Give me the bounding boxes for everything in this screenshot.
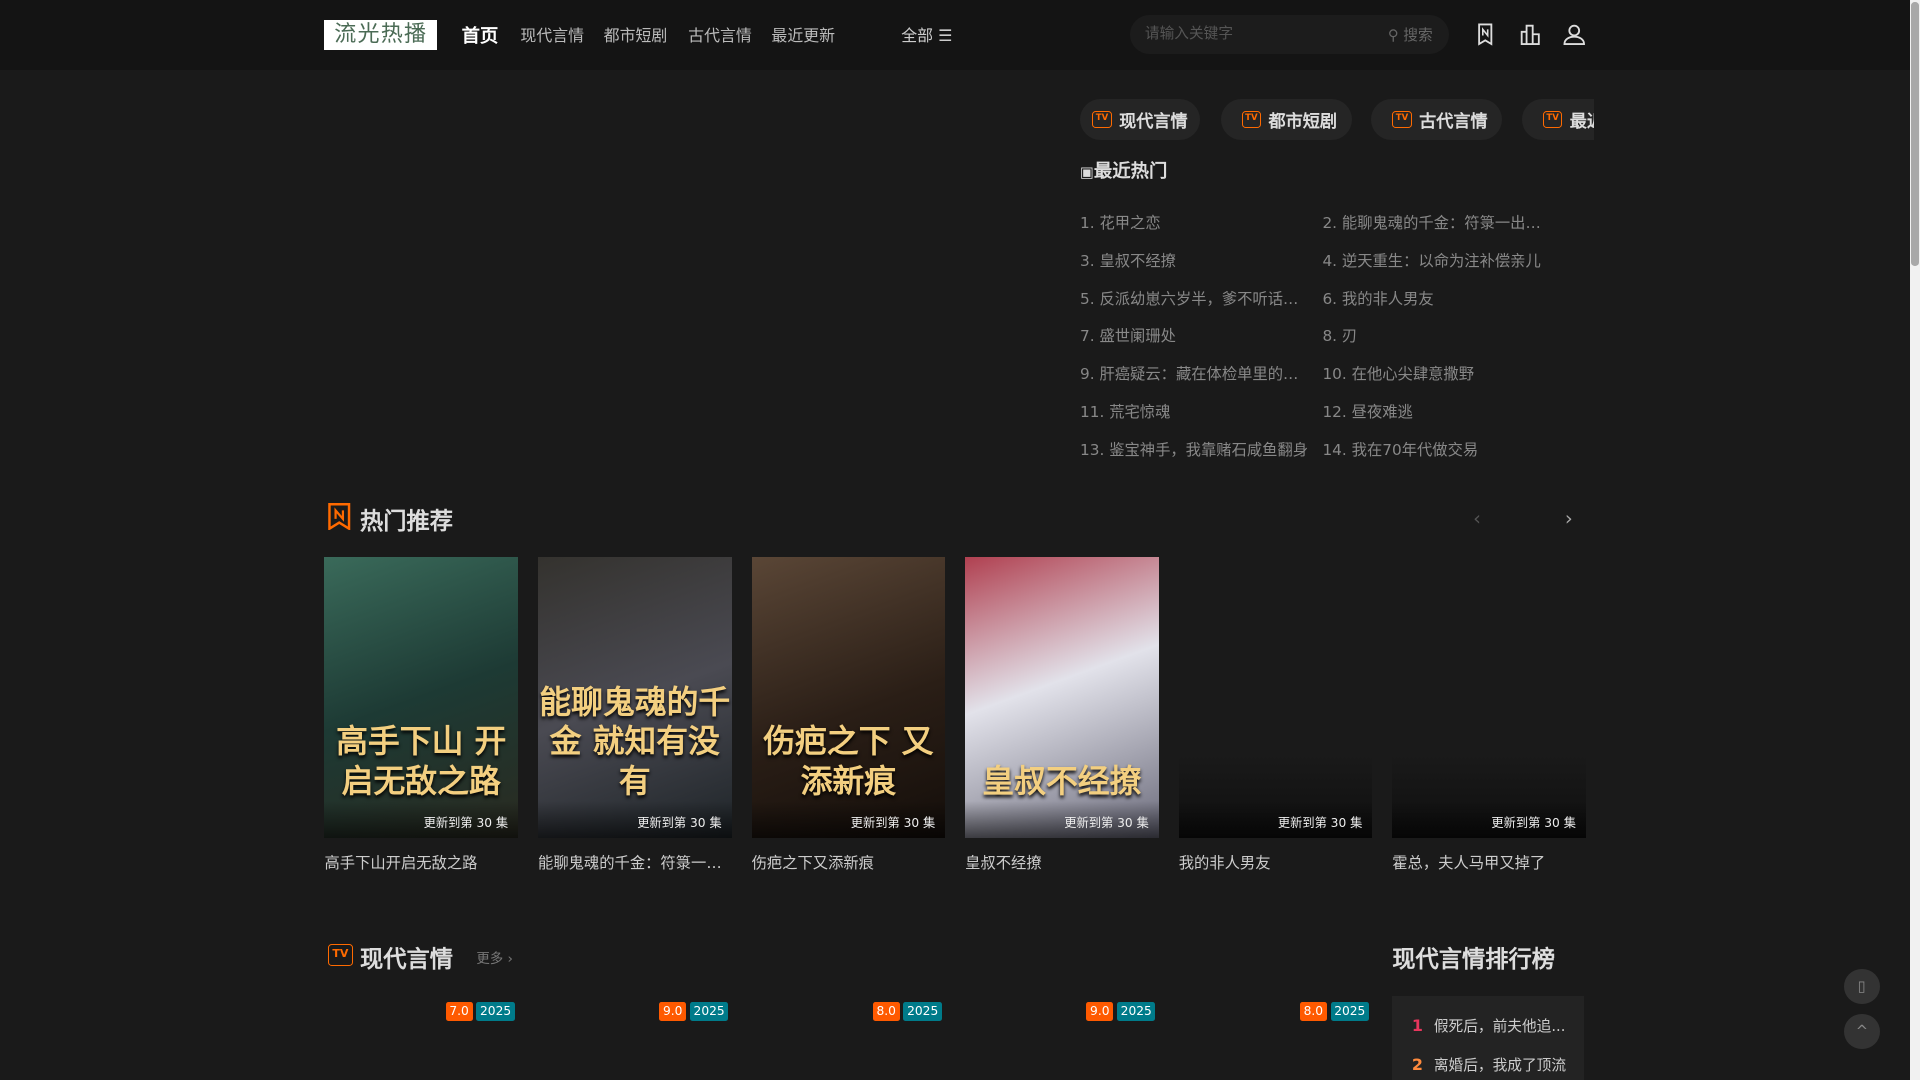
- score-badge: 8.0: [872, 1001, 900, 1022]
- score-badge: 7.0: [445, 1001, 473, 1022]
- recent-hot-item[interactable]: 14. 我在70年代做交易: [1322, 438, 1555, 460]
- next-arrow-icon[interactable]: ›: [1565, 507, 1573, 530]
- year-badge: 2025: [1116, 1001, 1156, 1022]
- poster-card[interactable]: 高手下山 开启无敌之路更新到第 30 集: [324, 557, 518, 838]
- tv-icon: TV: [1392, 110, 1412, 128]
- recent-hot-item[interactable]: 9. 肝癌疑云：藏在体检单里的秘密: [1080, 362, 1313, 384]
- recent-hot-item[interactable]: 8. 刃: [1322, 324, 1555, 346]
- tv-icon: TV: [328, 944, 353, 968]
- ranking-title: 现代言情排行榜: [1392, 946, 1556, 974]
- year-badge: 2025: [476, 1001, 515, 1022]
- rank-title: 离婚后，我成了顶流: [1433, 1057, 1567, 1075]
- poster-art-text: 皇叔不经撩: [982, 761, 1142, 800]
- score-badge: 9.0: [1086, 1001, 1114, 1022]
- recent-hot-item[interactable]: 13. 鉴宝神手，我靠赌石咸鱼翻身: [1080, 438, 1313, 460]
- bookmark-tag-icon: [327, 503, 351, 532]
- modern-section-title: 现代言情: [360, 946, 454, 974]
- recent-hot-item[interactable]: 11. 荒宅惊魂: [1080, 400, 1313, 422]
- mobile-icon[interactable]: ▯: [1844, 968, 1880, 1005]
- tv-icon: TV: [1542, 110, 1563, 128]
- card-title[interactable]: 伤疤之下又添新痕: [752, 851, 945, 873]
- recent-hot-item[interactable]: 12. 昼夜难逃: [1322, 400, 1555, 422]
- episode-update: 更新到第 30 集: [637, 816, 722, 831]
- recent-hot-item[interactable]: 2. 能聊鬼魂的千金：符箓一出手就知有没有: [1322, 211, 1555, 233]
- hot-recommend-title: 热门推荐: [360, 508, 454, 536]
- search-box: ⚲ 搜索: [1130, 14, 1449, 54]
- back-to-top-button[interactable]: ^: [1844, 1013, 1880, 1050]
- search-input[interactable]: [1144, 14, 1378, 54]
- ranking-icon[interactable]: [1518, 22, 1542, 46]
- nav-recent-updates[interactable]: 最近更新: [771, 23, 835, 46]
- bookmark-icon[interactable]: [1473, 22, 1497, 46]
- score-badge: 8.0: [1299, 1001, 1327, 1022]
- episode-update: 更新到第 30 集: [1491, 816, 1576, 831]
- poster-card[interactable]: 更新到第 30 集: [1178, 557, 1373, 838]
- card-title[interactable]: 霍总，夫人马甲又掉了: [1392, 851, 1585, 873]
- poster-card[interactable]: 皇叔不经撩更新到第 30 集: [965, 557, 1159, 838]
- episode-update: 更新到第 30 集: [1277, 816, 1363, 831]
- recent-hot-item[interactable]: 6. 我的非人男友: [1322, 287, 1555, 309]
- episode-update: 更新到第 30 集: [850, 816, 936, 831]
- pill-modern-romance[interactable]: TV 现代言情: [1080, 99, 1200, 140]
- search-icon: ⚲: [1387, 27, 1404, 45]
- pill-label: 都市短剧: [1268, 111, 1338, 132]
- episode-update: 更新到第 30 集: [423, 816, 509, 831]
- nav-modern-romance[interactable]: 现代言情: [520, 23, 584, 46]
- scrollbar-thumb[interactable]: [1911, 2, 1919, 266]
- user-icon[interactable]: [1562, 22, 1586, 46]
- site-logo[interactable]: 流光热播: [324, 19, 438, 51]
- category-pills: TV 现代言情 TV 都市短剧 TV 古代言情 TV 最近更新: [1080, 99, 1595, 141]
- ranking-list: 1 假死后，前夫他追... 2 离婚后，我成了顶流: [1392, 995, 1585, 1080]
- rank-number: 1: [1411, 1016, 1423, 1036]
- tv-icon: TV: [1092, 110, 1112, 128]
- rank-number: 2: [1411, 1055, 1423, 1075]
- search-label: 搜索: [1403, 27, 1433, 45]
- pill-label: 现代言情: [1119, 111, 1188, 132]
- nav-ancient-romance[interactable]: 古代言情: [688, 23, 752, 46]
- prev-arrow-icon[interactable]: ‹: [1473, 507, 1481, 530]
- scrollbar[interactable]: [1910, 0, 1920, 1080]
- poster-card[interactable]: 能聊鬼魂的千金 就知有没有更新到第 30 集: [538, 557, 732, 838]
- pill-ancient-romance[interactable]: TV 古代言情: [1371, 99, 1503, 140]
- ranking-item[interactable]: 2 离婚后，我成了顶流: [1412, 1054, 1566, 1075]
- year-badge: 2025: [903, 1001, 942, 1022]
- score-badge: 9.0: [659, 1001, 687, 1022]
- year-badge: 2025: [1330, 1001, 1370, 1022]
- year-badge: 2025: [689, 1001, 729, 1022]
- more-link[interactable]: 更多 ›: [476, 947, 513, 967]
- card-title[interactable]: 高手下山开启无敌之路: [324, 851, 517, 873]
- episode-update: 更新到第 30 集: [1064, 816, 1149, 831]
- card-title[interactable]: 皇叔不经撩: [965, 851, 1158, 873]
- card-title[interactable]: 能聊鬼魂的千金：符箓一出手就知有没有: [538, 851, 731, 873]
- search-button[interactable]: ⚲ 搜索: [1388, 24, 1433, 45]
- nav-urban-short[interactable]: 都市短剧: [604, 23, 668, 46]
- recent-hot-item[interactable]: 10. 在他心尖肆意撒野: [1322, 362, 1555, 384]
- poster-card[interactable]: 更新到第 30 集: [1392, 557, 1586, 838]
- poster-art-text: 高手下山 开启无敌之路: [336, 722, 507, 800]
- recent-hot-item[interactable]: 4. 逆天重生：以命为注补偿亲儿: [1322, 249, 1555, 271]
- pill-urban-short[interactable]: TV 都市短剧: [1220, 99, 1352, 140]
- poster-art-text: 伤疤之下 又添新痕: [763, 722, 934, 800]
- poster-art-text: 能聊鬼魂的千金 就知有没有: [539, 683, 731, 800]
- recent-hot-item[interactable]: 1. 花甲之恋: [1080, 211, 1313, 233]
- recent-hot-item[interactable]: 7. 盛世阑珊处: [1080, 324, 1313, 346]
- recent-hot-title: 最近热门: [1093, 160, 1168, 182]
- tv-icon: TV: [1241, 110, 1262, 128]
- pill-label: 最近更新: [1569, 111, 1595, 132]
- pill-recent-updates[interactable]: TV 最近更新: [1522, 99, 1595, 140]
- play-icon: ▣: [1080, 163, 1094, 181]
- poster-card[interactable]: 伤疤之下 又添新痕更新到第 30 集: [751, 557, 946, 838]
- rank-title: 假死后，前夫他追...: [1433, 1018, 1566, 1036]
- ranking-item[interactable]: 1 假死后，前夫他追...: [1412, 1015, 1566, 1036]
- recent-hot-heading: ▣最近热门: [1080, 157, 1167, 183]
- recent-hot-item[interactable]: 3. 皇叔不经撩: [1080, 249, 1313, 271]
- pill-label: 古代言情: [1419, 111, 1488, 132]
- recent-hot-item[interactable]: 5. 反派幼崽六岁半，爹不听话我就揍: [1080, 287, 1313, 309]
- nav-all-menu[interactable]: 全部 ☰: [901, 23, 952, 46]
- card-title[interactable]: 我的非人男友: [1179, 851, 1372, 873]
- nav-home[interactable]: 首页: [462, 22, 499, 48]
- top-header: 流光热播 首页 现代言情 都市短剧 古代言情 最近更新 全部 ☰ ⚲ 搜索: [0, 0, 1911, 70]
